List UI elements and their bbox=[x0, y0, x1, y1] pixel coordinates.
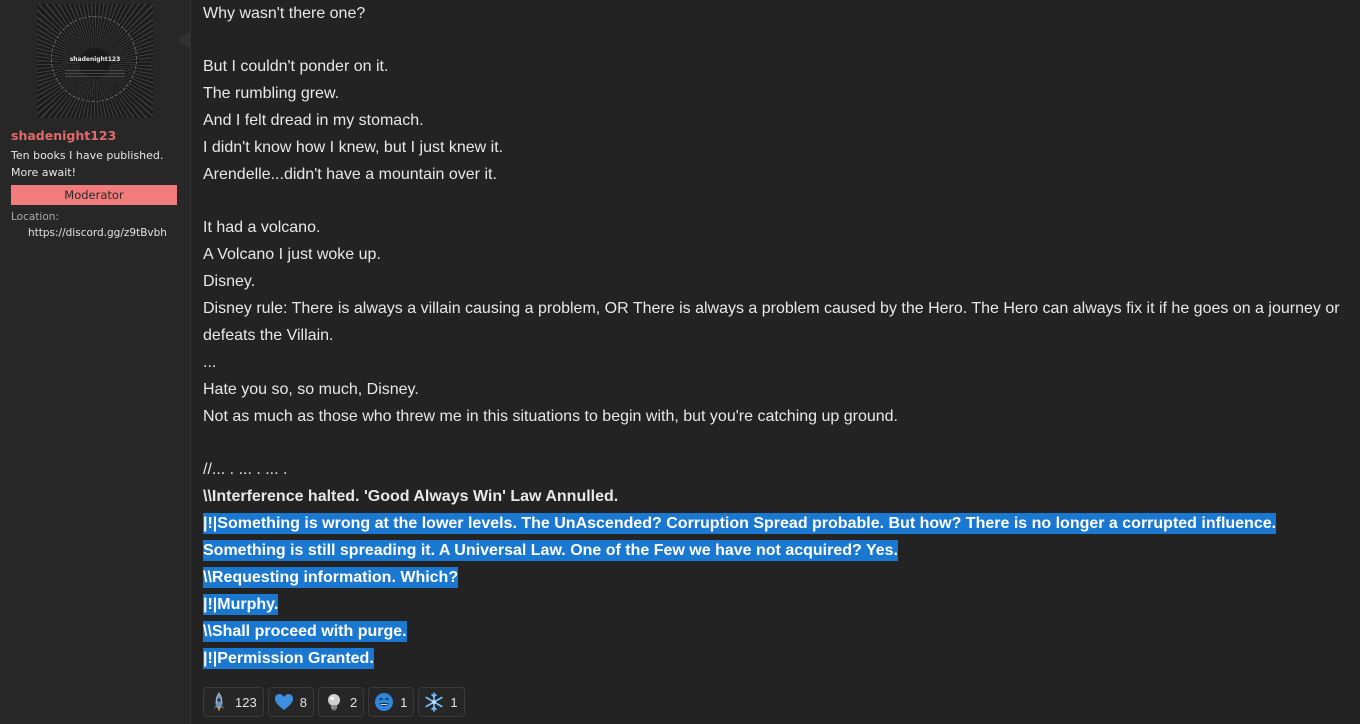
reaction-count: 8 bbox=[299, 694, 307, 710]
post-line: ... bbox=[203, 354, 217, 371]
heart-icon bbox=[273, 691, 295, 713]
post-line: Disney rule: There is always a villain c… bbox=[203, 300, 1340, 344]
location-label: Location: bbox=[11, 211, 59, 223]
lightbulb-icon bbox=[323, 691, 345, 713]
reaction-snowflake[interactable]: 1 bbox=[418, 687, 465, 717]
post-line: Disney. bbox=[203, 273, 256, 290]
reaction-count: 1 bbox=[450, 694, 458, 710]
user-title-line: Ten books I have published. bbox=[11, 149, 164, 162]
post-line: A Volcano I just woke up. bbox=[203, 246, 381, 263]
reaction-count: 123 bbox=[235, 694, 257, 710]
avatar-fine-print bbox=[65, 70, 125, 78]
post-line: It had a volcano. bbox=[203, 219, 321, 236]
laughing-face-icon bbox=[373, 691, 395, 713]
snowflake-icon bbox=[423, 691, 445, 713]
post-line: Arendelle...didn't have a mountain over … bbox=[203, 166, 497, 183]
post-body: Why wasn't there one? But I couldn't pon… bbox=[203, 0, 1353, 672]
reactions-bar: 123 8 2 1 1 bbox=[203, 687, 465, 719]
moderator-banner: Moderator bbox=[11, 185, 177, 205]
post-line: Why wasn't there one? bbox=[203, 5, 366, 22]
message-pointer-arrow bbox=[178, 31, 190, 49]
post-line: //... . ... . ... . bbox=[203, 461, 288, 478]
selected-text: |!|Murphy. bbox=[203, 594, 279, 615]
avatar[interactable]: shadenight123 bbox=[37, 4, 153, 118]
selected-text: \\Shall proceed with purge. bbox=[203, 621, 407, 642]
page: shadenight123 shadenight123 Ten books I … bbox=[0, 0, 1360, 724]
reaction-count: 2 bbox=[349, 694, 358, 710]
post-line-bold: \\Interference halted. 'Good Always Win'… bbox=[203, 488, 619, 505]
location-link[interactable]: https://discord.gg/z9tBvbh bbox=[28, 227, 167, 239]
user-title: Ten books I have published. More await! bbox=[11, 147, 181, 181]
username-link[interactable]: shadenight123 bbox=[11, 128, 116, 143]
user-sidebar: shadenight123 shadenight123 Ten books I … bbox=[0, 0, 191, 724]
post-line: And I felt dread in my stomach. bbox=[203, 112, 424, 129]
selected-text: |!|Something is wrong at the lower level… bbox=[203, 513, 1277, 534]
reaction-rocket[interactable]: 123 bbox=[203, 687, 264, 717]
user-title-line: More await! bbox=[11, 166, 77, 179]
selected-text: Something is still spreading it. A Unive… bbox=[203, 540, 898, 561]
reaction-count: 1 bbox=[400, 694, 408, 710]
rocket-icon bbox=[208, 691, 230, 713]
selected-text: \\Requesting information. Which? bbox=[203, 567, 459, 588]
reaction-lightbulb[interactable]: 2 bbox=[317, 687, 365, 717]
selected-text: |!|Permission Granted. bbox=[203, 648, 374, 669]
post-line: Hate you so, so much, Disney. bbox=[203, 381, 419, 398]
avatar-caption: shadenight123 bbox=[69, 56, 121, 63]
post-line: But I couldn't ponder on it. bbox=[203, 58, 389, 75]
reaction-heart[interactable]: 8 bbox=[267, 687, 314, 717]
post-line: Not as much as those who threw me in thi… bbox=[203, 408, 898, 425]
post-line: I didn't know how I knew, but I just kne… bbox=[203, 139, 504, 156]
reaction-laugh[interactable]: 1 bbox=[368, 687, 415, 717]
post-line: The rumbling grew. bbox=[203, 85, 340, 102]
